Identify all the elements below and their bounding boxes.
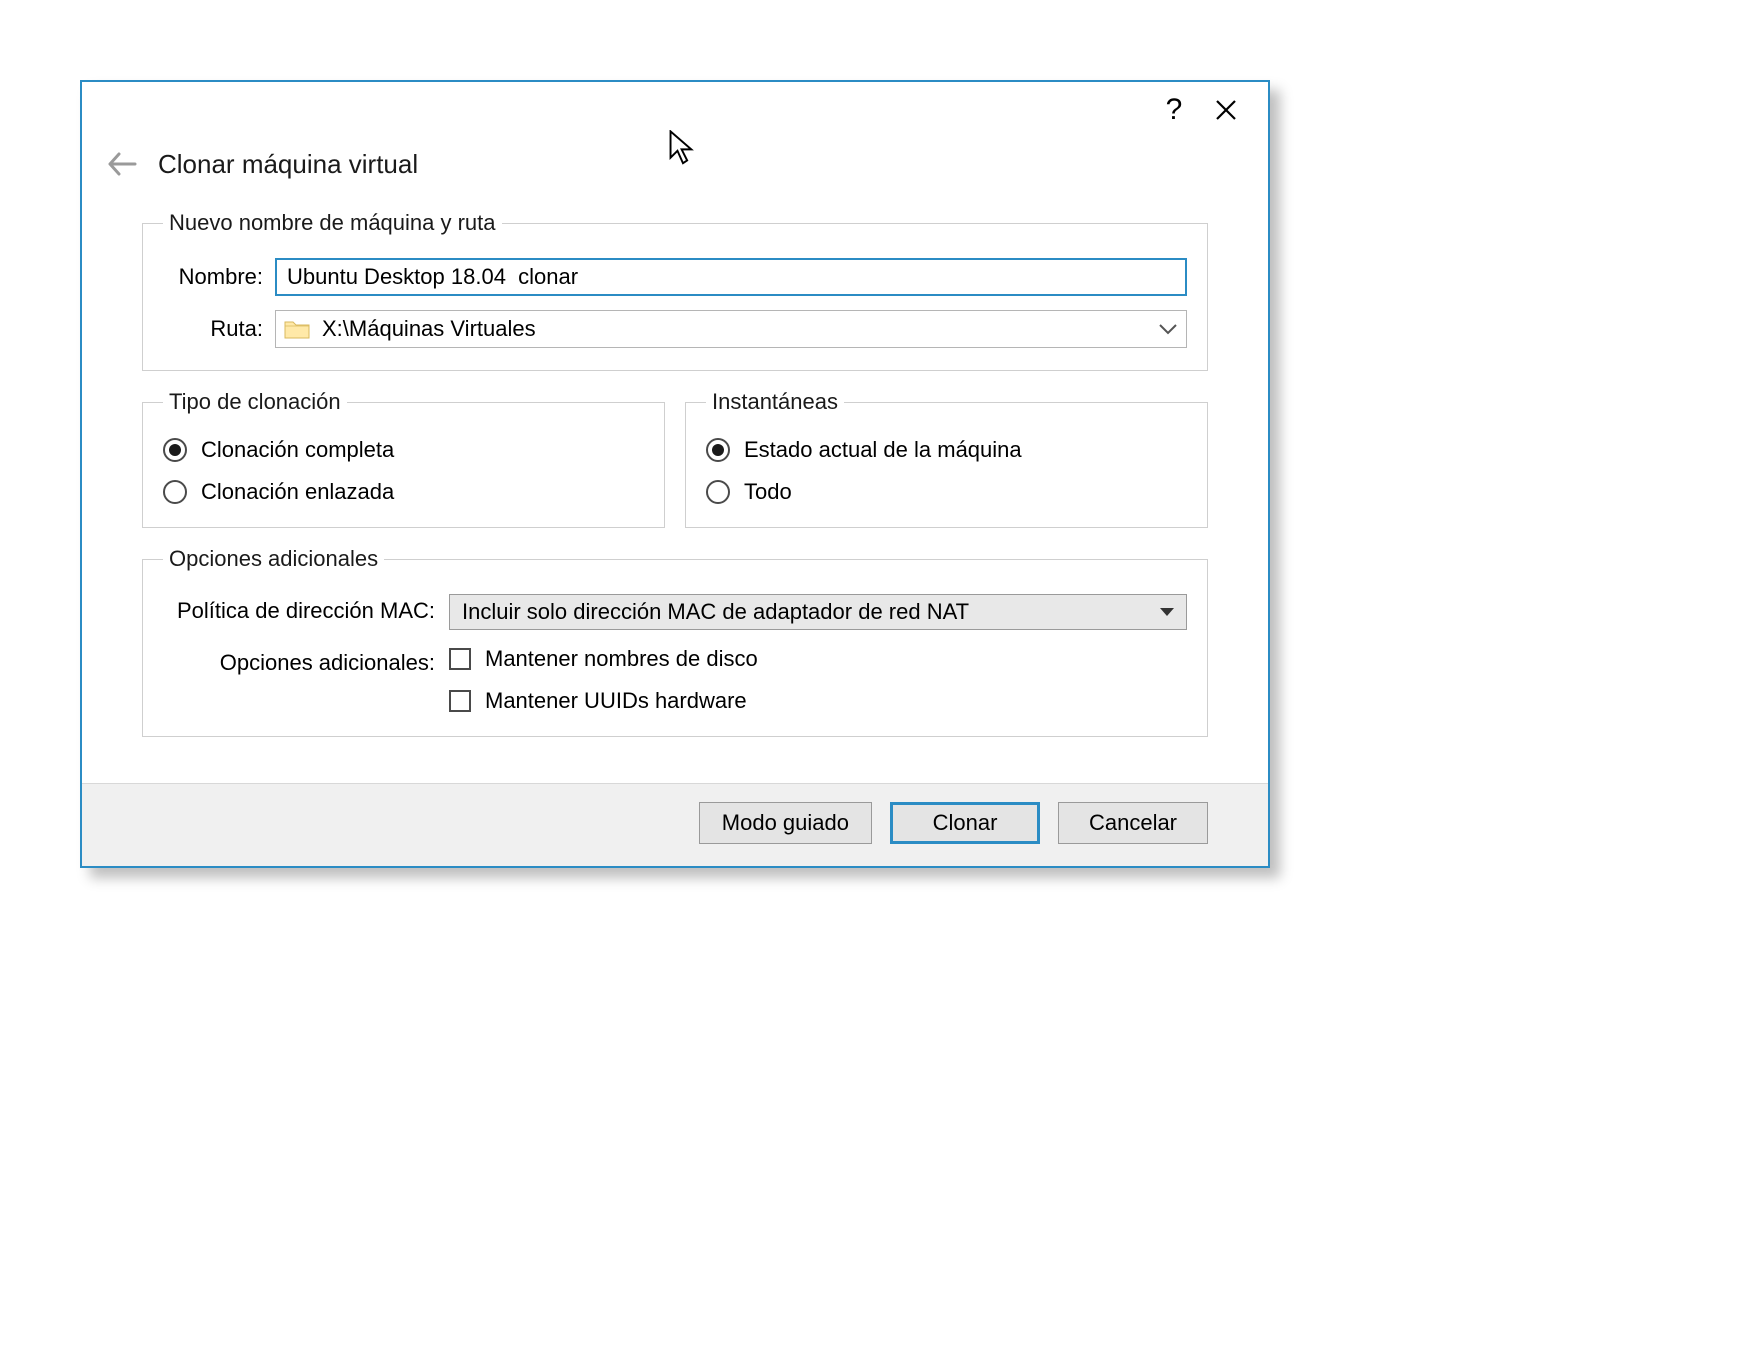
radio-snapshot-current-label: Estado actual de la máquina <box>744 437 1022 463</box>
group-clone-type: Tipo de clonación Clonación completa Clo… <box>142 389 665 528</box>
name-label: Nombre: <box>163 264 275 290</box>
extra-options-label: Opciones adicionales: <box>163 646 449 676</box>
dialog-title: Clonar máquina virtual <box>158 149 418 180</box>
check-keep-uuid-label: Mantener UUIDs hardware <box>485 688 747 714</box>
radio-snapshot-all-label: Todo <box>744 479 792 505</box>
mac-policy-select[interactable]: Incluir solo dirección MAC de adaptador … <box>449 594 1187 630</box>
radio-icon <box>706 438 730 462</box>
mac-policy-label: Política de dirección MAC: <box>163 594 449 624</box>
check-keep-disk-names[interactable]: Mantener nombres de disco <box>449 646 1187 672</box>
clone-button[interactable]: Clonar <box>890 802 1040 844</box>
dialog-footer: Modo guiado Clonar Cancelar <box>82 783 1268 866</box>
arrow-left-icon <box>107 151 137 177</box>
group-additional-legend: Opciones adicionales <box>163 546 384 572</box>
cancel-button[interactable]: Cancelar <box>1058 802 1208 844</box>
folder-icon <box>284 318 310 340</box>
clone-vm-dialog: ? Clonar máquina virtual Nuevo nombre de… <box>80 80 1270 868</box>
dialog-content: Nuevo nombre de máquina y ruta Nombre: R… <box>82 210 1268 783</box>
path-label: Ruta: <box>163 316 275 342</box>
close-icon <box>1215 99 1237 121</box>
help-button[interactable]: ? <box>1148 88 1200 132</box>
checkbox-icon <box>449 648 471 670</box>
radio-snapshot-all[interactable]: Todo <box>706 479 1187 505</box>
close-button[interactable] <box>1200 88 1252 132</box>
checkbox-icon <box>449 690 471 712</box>
group-snapshots: Instantáneas Estado actual de la máquina… <box>685 389 1208 528</box>
chevron-down-icon <box>1158 322 1178 336</box>
path-select[interactable]: X:\Máquinas Virtuales <box>275 310 1187 348</box>
group-snapshots-legend: Instantáneas <box>706 389 844 415</box>
radio-icon <box>163 480 187 504</box>
group-additional: Opciones adicionales Política de direcci… <box>142 546 1208 737</box>
triangle-down-icon <box>1160 608 1174 616</box>
radio-icon <box>706 480 730 504</box>
radio-snapshot-current[interactable]: Estado actual de la máquina <box>706 437 1187 463</box>
dialog-header: Clonar máquina virtual <box>82 138 1268 210</box>
mac-policy-value: Incluir solo dirección MAC de adaptador … <box>462 599 1160 625</box>
guided-mode-button[interactable]: Modo guiado <box>699 802 872 844</box>
name-input[interactable] <box>275 258 1187 296</box>
radio-icon <box>163 438 187 462</box>
question-icon: ? <box>1166 93 1183 127</box>
path-value: X:\Máquinas Virtuales <box>322 316 1158 342</box>
group-name-path: Nuevo nombre de máquina y ruta Nombre: R… <box>142 210 1208 371</box>
radio-clone-linked-label: Clonación enlazada <box>201 479 394 505</box>
radio-clone-linked[interactable]: Clonación enlazada <box>163 479 644 505</box>
back-button[interactable] <box>106 148 138 180</box>
group-name-path-legend: Nuevo nombre de máquina y ruta <box>163 210 502 236</box>
radio-clone-full-label: Clonación completa <box>201 437 394 463</box>
group-clone-type-legend: Tipo de clonación <box>163 389 347 415</box>
check-keep-disk-label: Mantener nombres de disco <box>485 646 758 672</box>
check-keep-uuid[interactable]: Mantener UUIDs hardware <box>449 688 1187 714</box>
title-bar: ? <box>82 82 1268 138</box>
radio-clone-full[interactable]: Clonación completa <box>163 437 644 463</box>
